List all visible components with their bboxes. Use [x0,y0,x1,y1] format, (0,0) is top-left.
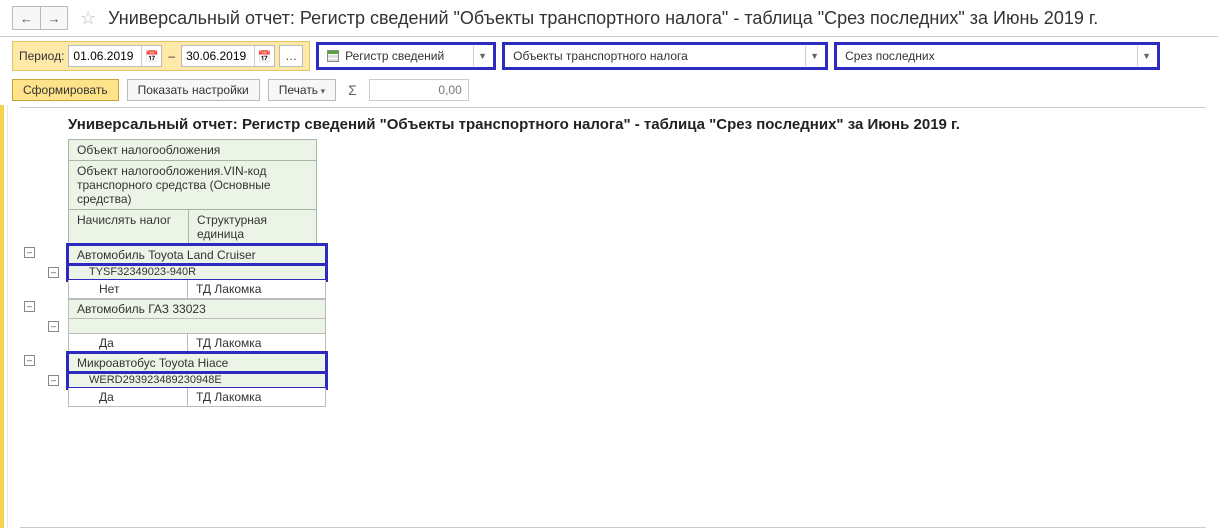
collapse-toggle[interactable]: – [48,375,59,386]
chevron-down-icon[interactable]: ▼ [473,46,491,66]
header-vin: Объект налогообложения.VIN-код транспорн… [69,161,317,210]
unit-cell: ТД Лакомка [188,334,326,353]
favorite-star-icon[interactable]: ☆ [76,8,100,29]
nav-back-button[interactable]: ← [12,6,40,30]
period-dash: – [166,49,177,63]
nav-forward-button[interactable]: → [40,6,68,30]
collapse-toggle[interactable]: – [48,321,59,332]
print-button[interactable]: Печать [268,79,336,101]
left-rail [0,105,8,528]
show-settings-button[interactable]: Показать настройки [127,79,260,101]
registry-type-combo[interactable]: Регистр сведений ▼ [316,42,496,70]
group-row[interactable]: Автомобиль Toyota Land Cruiser [68,245,326,265]
header-object: Объект налогообложения [69,140,317,161]
period-picker-button[interactable]: … [279,45,303,67]
date-from-input[interactable] [69,49,141,63]
vin-row[interactable]: WERD293923489230948E [68,373,326,388]
report-tree: – Автомобиль Toyota Land Cruiser – TYSF3… [68,245,1206,407]
register-name-value: Объекты транспортного налога [513,49,688,63]
header-unit: Структурная единица [189,210,317,245]
date-to-field[interactable]: 📅 [181,45,275,67]
chevron-down-icon[interactable]: ▼ [1137,46,1155,66]
sigma-icon: Σ [344,82,361,98]
sum-value: 0,00 [369,79,469,101]
collapse-toggle[interactable]: – [24,301,35,312]
table-slice-combo[interactable]: Срез последних ▼ [834,42,1160,70]
table-icon [327,50,339,62]
table-slice-value: Срез последних [845,49,935,63]
date-to-input[interactable] [182,49,254,63]
chevron-down-icon[interactable]: ▼ [805,46,823,66]
generate-button[interactable]: Сформировать [12,79,119,101]
period-pane: Период: 📅 – 📅 … [12,41,310,71]
page-title: Универсальный отчет: Регистр сведений "О… [108,8,1098,29]
period-label: Период: [19,49,64,63]
data-row: Нет ТД Лакомка [68,280,326,299]
calendar-icon[interactable]: 📅 [141,46,161,66]
group-row[interactable]: Автомобиль ГАЗ 33023 [68,299,326,319]
vin-row[interactable] [68,319,326,334]
data-row: Да ТД Лакомка [68,388,326,407]
collapse-toggle[interactable]: – [24,355,35,366]
unit-cell: ТД Лакомка [188,388,326,407]
report-header-table: Объект налогообложения Объект налогообло… [68,139,317,245]
group-row[interactable]: Микроавтобус Toyota Hiace [68,353,326,373]
registry-type-value: Регистр сведений [345,49,444,63]
header-tax: Начислять налог [69,210,189,245]
collapse-toggle[interactable]: – [48,267,59,278]
tax-cell: Да [68,388,188,407]
tax-cell: Да [68,334,188,353]
register-name-combo[interactable]: Объекты транспортного налога ▼ [502,42,828,70]
tax-cell: Нет [68,280,188,299]
unit-cell: ТД Лакомка [188,280,326,299]
date-from-field[interactable]: 📅 [68,45,162,67]
report-title: Универсальный отчет: Регистр сведений "О… [68,108,1206,139]
calendar-icon[interactable]: 📅 [254,46,274,66]
data-row: Да ТД Лакомка [68,334,326,353]
vin-row[interactable]: TYSF32349023-940R [68,265,326,280]
collapse-toggle[interactable]: – [24,247,35,258]
